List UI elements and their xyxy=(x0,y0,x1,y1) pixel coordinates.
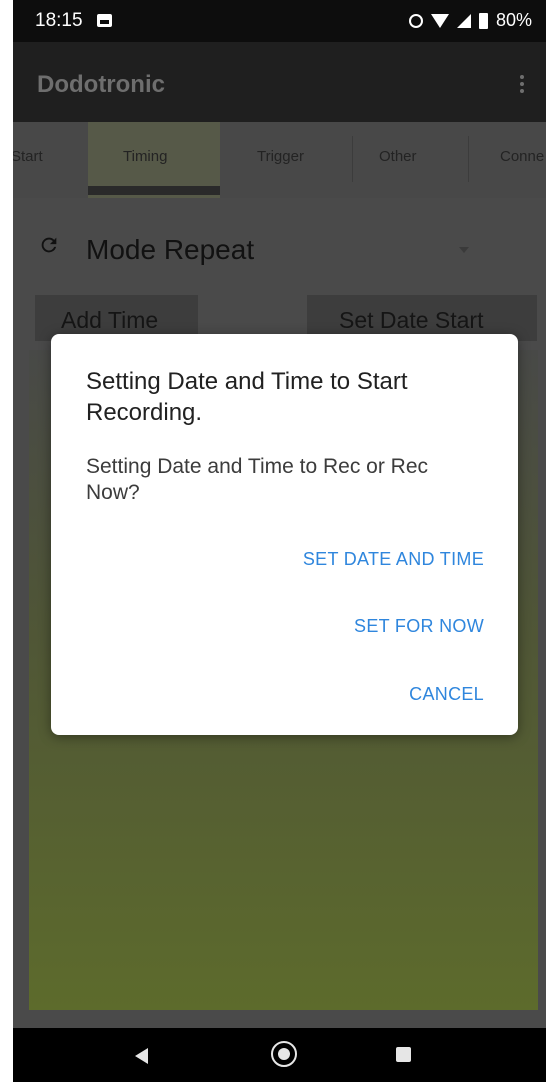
back-icon[interactable] xyxy=(135,1048,148,1064)
battery-percent: 80% xyxy=(495,10,532,30)
dropdown-arrow-icon[interactable] xyxy=(459,247,469,253)
app-bar: Dodotronic xyxy=(13,42,546,122)
tab-other[interactable]: Other xyxy=(379,148,417,165)
alarm-icon xyxy=(408,13,423,28)
signal-icon xyxy=(456,13,471,28)
tab-connection[interactable]: Conne xyxy=(500,148,544,165)
tab-divider xyxy=(468,136,469,182)
tab-timing[interactable]: Timing xyxy=(123,148,167,165)
mode-select[interactable]: Mode Repeat xyxy=(86,234,254,266)
overflow-menu-icon[interactable] xyxy=(520,75,524,93)
wifi-icon xyxy=(430,13,449,28)
tab-divider xyxy=(352,136,353,182)
status-icons: 80% xyxy=(408,10,532,31)
set-date-and-time-button[interactable]: SET DATE AND TIME xyxy=(303,549,484,570)
dialog-message: Setting Date and Time to Rec or Rec Now? xyxy=(86,455,428,504)
dialog-title: Setting Date and Time to Start Recording… xyxy=(86,368,408,426)
app-title: Dodotronic xyxy=(37,71,165,98)
photo-notification-icon xyxy=(97,14,112,27)
recents-icon[interactable] xyxy=(396,1047,411,1062)
set-for-now-button[interactable]: SET FOR NOW xyxy=(354,616,484,637)
status-time: 18:15 xyxy=(35,10,83,31)
tab-trigger[interactable]: Trigger xyxy=(257,148,304,165)
refresh-icon xyxy=(41,237,57,253)
start-recording-dialog: Setting Date and Time to Start Recording… xyxy=(51,334,518,735)
tab-indicator xyxy=(88,186,220,195)
battery-icon xyxy=(478,12,488,29)
tab-start[interactable]: Start xyxy=(13,148,43,165)
cancel-button[interactable]: CANCEL xyxy=(409,684,484,705)
navigation-bar xyxy=(13,1028,546,1082)
home-icon[interactable] xyxy=(271,1041,297,1067)
status-bar: 18:15 80% xyxy=(13,0,546,42)
